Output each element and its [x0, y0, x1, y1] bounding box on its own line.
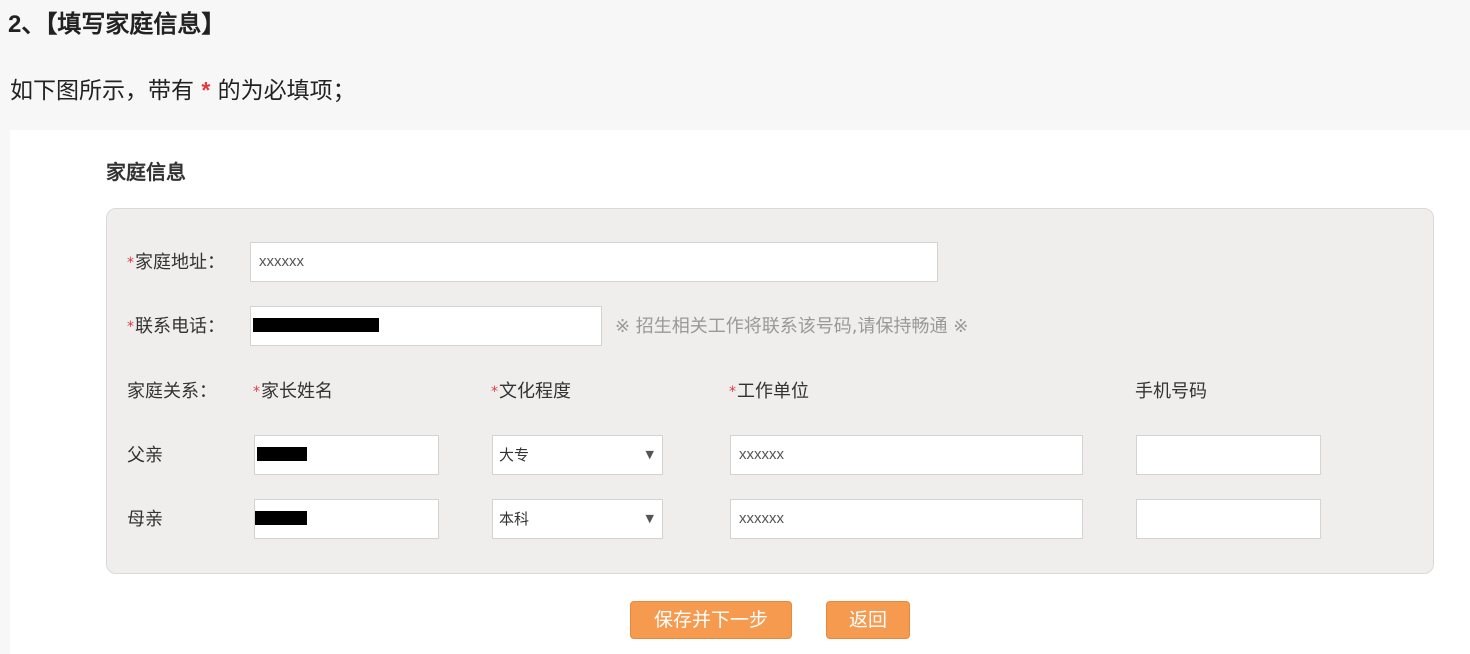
doc-instruction: 如下图所示，带有 * 的为必填项； [10, 72, 356, 109]
redaction-bar [257, 447, 307, 461]
column-parent-name: *家长姓名 [253, 381, 333, 402]
mother-mobile-input[interactable] [1136, 499, 1321, 539]
column-mobile: 手机号码 [1135, 381, 1207, 402]
mother-education-select[interactable]: 本科 ▼ [492, 499, 663, 539]
father-education-select[interactable]: 大专 ▼ [492, 435, 663, 475]
redaction-bar [255, 511, 307, 525]
chevron-down-icon: ▼ [645, 512, 654, 525]
required-mark: * [729, 384, 736, 400]
doc-instruction-after: 的为必填项； [217, 78, 356, 104]
column-education: *文化程度 [491, 381, 571, 402]
redaction-bar [253, 318, 379, 332]
doc-heading-text: 、【填写家庭信息】 [21, 9, 226, 38]
section-title: 家庭信息 [106, 160, 186, 184]
required-mark: * [491, 384, 498, 400]
father-mobile-input[interactable] [1136, 435, 1321, 475]
father-work-unit-input[interactable]: xxxxxx [730, 435, 1083, 475]
address-label: *家庭地址： [127, 252, 225, 273]
required-mark: * [127, 319, 134, 335]
phone-hint: ※ 招生相关工作将联系该号码,请保持畅通 ※ [615, 316, 969, 337]
doc-instruction-star: * [201, 77, 211, 103]
doc-heading: 2、【填写家庭信息】 [8, 6, 225, 43]
mother-name-input[interactable] [254, 499, 439, 539]
required-mark: * [127, 255, 134, 271]
doc-heading-number: 2 [8, 11, 22, 38]
family-info-form: *家庭地址： xxxxxx *联系电话： ※ 招生相关工作将联系该号码,请保持畅… [106, 208, 1434, 574]
father-name-input[interactable] [254, 435, 439, 475]
column-work-unit: *工作单位 [729, 381, 809, 402]
back-button[interactable]: 返回 [826, 601, 910, 639]
relation-father-label: 父亲 [127, 445, 163, 466]
phone-label: *联系电话： [127, 316, 225, 337]
chevron-down-icon: ▼ [645, 448, 654, 461]
form-panel: 家庭信息 *家庭地址： xxxxxx *联系电话： ※ 招生相关工作将联系该号码… [10, 130, 1470, 654]
address-input[interactable]: xxxxxx [250, 242, 938, 282]
doc-instruction-before: 如下图所示，带有 [10, 78, 194, 104]
required-mark: * [253, 384, 260, 400]
phone-input[interactable] [250, 306, 602, 346]
save-next-button[interactable]: 保存并下一步 [630, 601, 792, 639]
relation-mother-label: 母亲 [127, 509, 163, 530]
mother-work-unit-input[interactable]: xxxxxx [730, 499, 1083, 539]
relations-label: 家庭关系： [127, 381, 217, 402]
